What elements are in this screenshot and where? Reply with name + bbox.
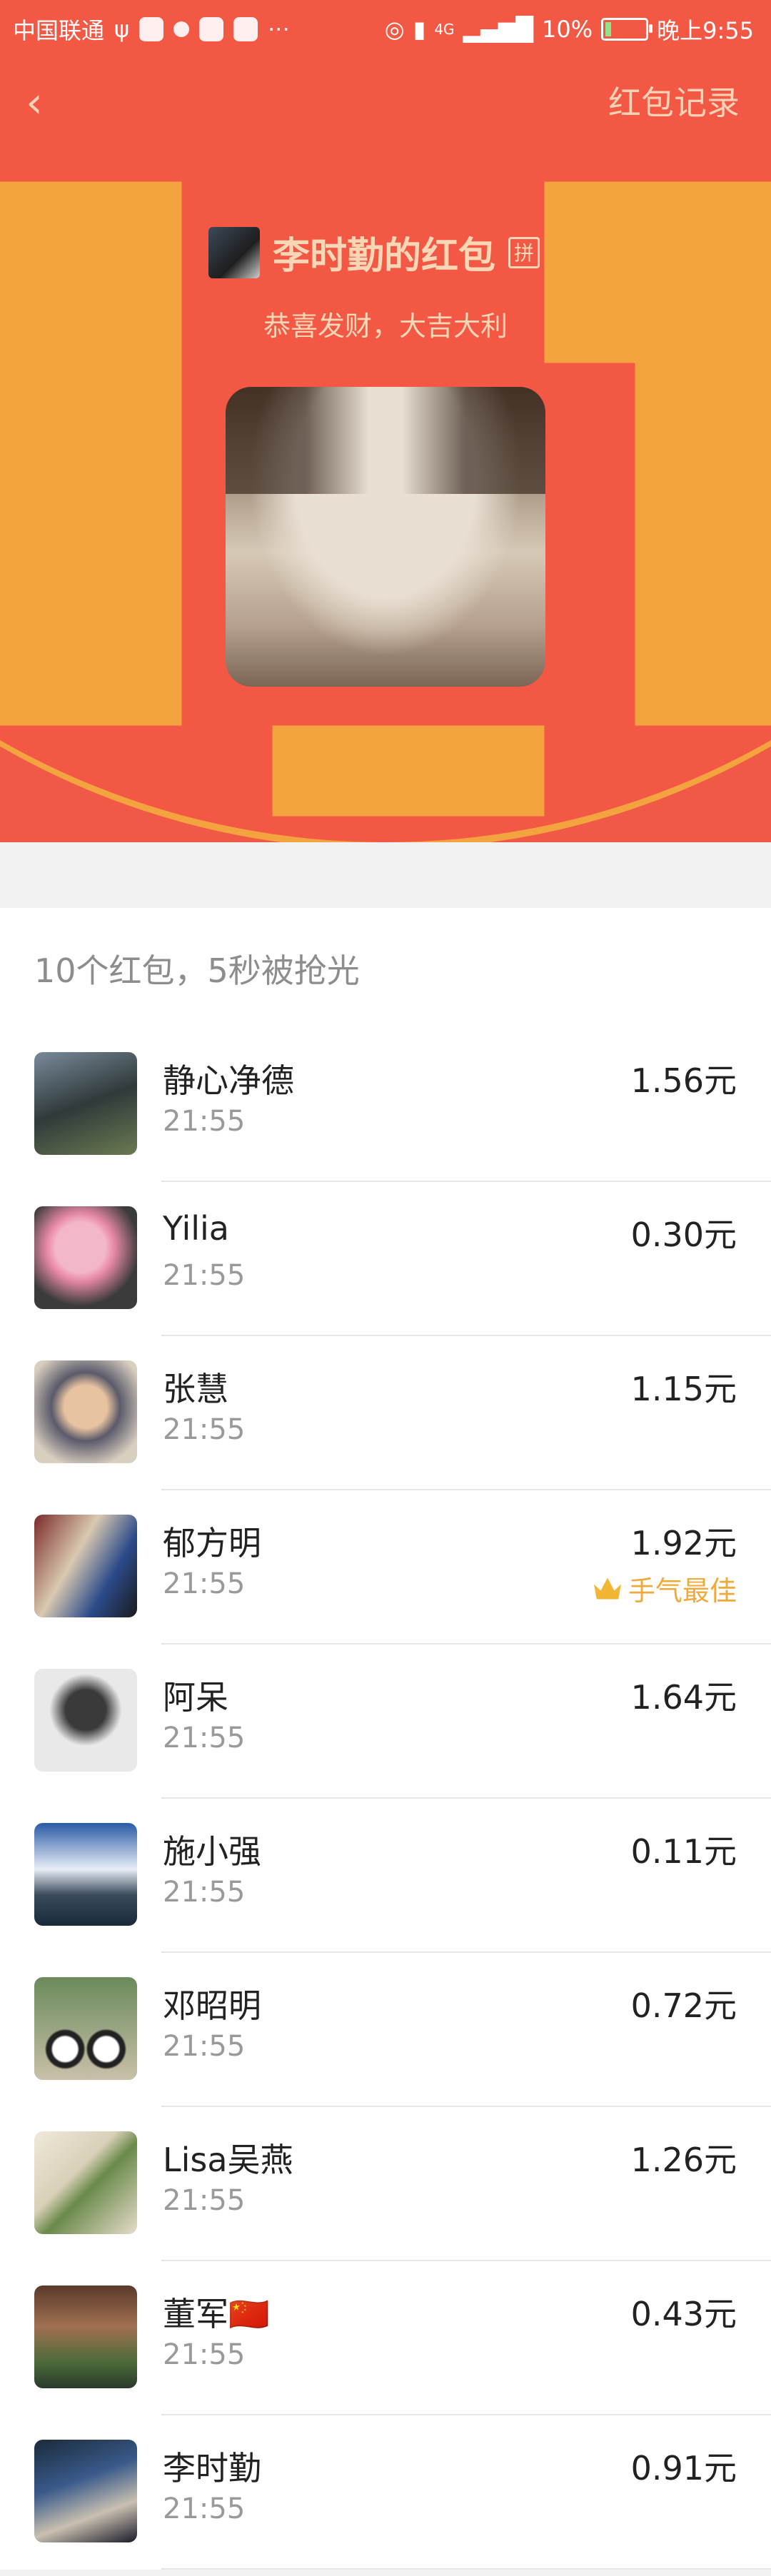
recipient-name: Yilia [163, 1209, 229, 1248]
list-item[interactable]: 董军🇨🇳 21:55 0.43元 [0, 2261, 771, 2415]
recipient-name: 静心净德 [163, 1061, 294, 1100]
avatar [34, 1052, 137, 1155]
sender-avatar [208, 226, 260, 278]
mail-notification-icon [199, 17, 224, 41]
grab-time: 21:55 [163, 2492, 246, 2525]
avatar [34, 1823, 137, 1926]
app-notification-icon [139, 17, 164, 41]
notification-icon [173, 21, 190, 37]
hotspot-icon: ◎ [384, 16, 405, 43]
avatar [34, 2440, 137, 2542]
pin-badge: 拼 [508, 236, 540, 268]
avatar [34, 1669, 137, 1772]
usb-icon: ψ [114, 16, 130, 43]
recipient-list: 静心净德 21:55 1.56元 Yilia 21:55 0.30元 张慧 21… [0, 1028, 771, 2570]
list-item[interactable]: 张慧 21:55 1.15元 [0, 1336, 771, 1490]
amount: 1.26元 [630, 2141, 737, 2179]
photo-detail [226, 387, 545, 494]
summary-text: 10个红包，5秒被抢光 [34, 951, 360, 990]
more-notifications: ··· [268, 16, 290, 43]
vibrate-icon: ▮ [413, 16, 426, 43]
list-item[interactable]: 施小强 21:55 0.11元 [0, 1799, 771, 1953]
recipient-name: 董军🇨🇳 [163, 2295, 270, 2333]
amount: 1.64元 [630, 1678, 737, 1717]
grab-time: 21:55 [163, 2338, 246, 2371]
list-item[interactable]: 静心净德 21:55 1.56元 [0, 1028, 771, 1182]
sender-name: 李时勤的红包 [273, 235, 496, 278]
summary-bar: 10个红包，5秒被抢光 [0, 908, 771, 1029]
recipient-name: Lisa吴燕 [163, 2141, 293, 2179]
amount: 0.91元 [630, 2449, 737, 2487]
sender-info: 李时勤的红包 拼 [208, 226, 540, 279]
amount: 1.92元 [630, 1524, 737, 1562]
avatar [34, 1515, 137, 1617]
list-item[interactable]: Lisa吴燕 21:55 1.26元 [0, 2107, 771, 2261]
amount: 1.15元 [630, 1370, 737, 1408]
list-item[interactable]: 郁方明 21:55 1.92元 手气最佳 [0, 1490, 771, 1645]
crown-icon [594, 1578, 621, 1600]
best-luck-badge: 手气最佳 [594, 1569, 737, 1608]
recipient-name: 郁方明 [163, 1524, 261, 1562]
avatar [34, 2285, 137, 2388]
list-item[interactable]: 李时勤 21:55 0.91元 [0, 2415, 771, 2570]
records-button[interactable]: 红包记录 [608, 80, 740, 126]
grab-time: 21:55 [163, 1413, 246, 1446]
grab-time: 21:55 [163, 1105, 246, 1138]
best-luck-label: 手气最佳 [628, 1575, 737, 1607]
blessing-text: 恭喜发财，大吉大利 [263, 310, 508, 342]
signal-label: 4G [434, 21, 455, 38]
grab-time: 21:55 [163, 1876, 246, 1909]
recipient-name: 阿呆 [163, 1678, 228, 1717]
avatar [34, 2131, 137, 2234]
grab-time: 21:55 [163, 1567, 246, 1600]
list-item[interactable]: Yilia 21:55 0.30元 [0, 1182, 771, 1336]
app-notification-icon-2 [233, 17, 258, 41]
chevron-left-icon: ‹ [26, 78, 43, 128]
status-bar: 中国联通 ψ ··· ◎ ▮ 4G ▂▄▆█ 10% 晚上9:55 [0, 0, 771, 54]
amount: 1.56元 [630, 1061, 737, 1100]
red-packet-header: 中国联通 ψ ··· ◎ ▮ 4G ▂▄▆█ 10% 晚上9:55 ‹ 红包记录… [0, 0, 771, 842]
back-button[interactable]: ‹ [26, 80, 57, 126]
amount: 0.11元 [630, 1832, 737, 1871]
signal-icon: ▂▄▆█ [463, 16, 533, 43]
list-item[interactable]: 阿呆 21:55 1.64元 [0, 1645, 771, 1799]
battery-percent: 10% [542, 16, 593, 43]
grab-time: 21:55 [163, 1722, 246, 1754]
avatar [34, 1360, 137, 1463]
grab-time: 21:55 [163, 2184, 246, 2217]
grab-time: 21:55 [163, 1259, 246, 1292]
clock: 晚上9:55 [657, 17, 754, 44]
avatar [34, 1206, 137, 1309]
cover-photo[interactable] [226, 387, 545, 687]
carrier-label: 中国联通 [13, 17, 105, 44]
recipient-name: 李时勤 [163, 2449, 261, 2487]
amount: 0.72元 [630, 1986, 737, 2025]
recipient-name: 施小强 [163, 1832, 261, 1871]
recipient-name: 张慧 [163, 1370, 228, 1408]
recipient-name: 邓昭明 [163, 1986, 261, 2025]
list-item[interactable]: 邓昭明 21:55 0.72元 [0, 1953, 771, 2107]
grab-time: 21:55 [163, 2030, 246, 2063]
battery-icon [601, 18, 653, 41]
avatar [34, 1977, 137, 2080]
amount: 0.30元 [630, 1216, 737, 1254]
amount: 0.43元 [630, 2295, 737, 2333]
